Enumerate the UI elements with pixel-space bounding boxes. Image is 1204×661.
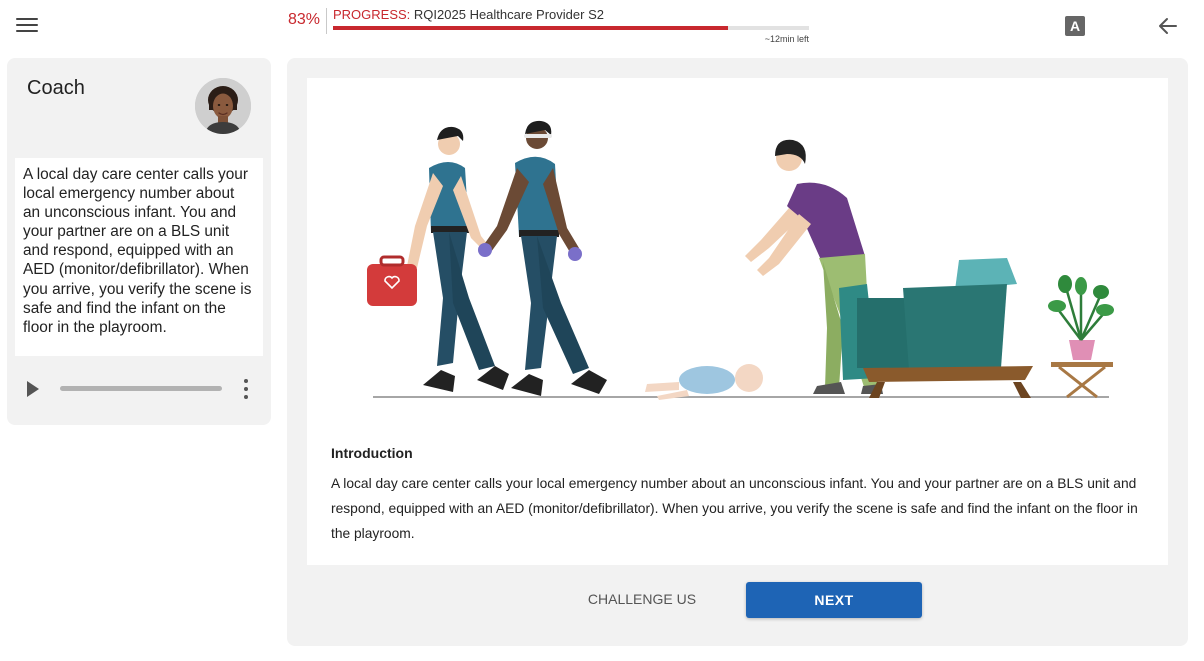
coach-avatar-image: [195, 78, 251, 134]
paramedic-figure: [478, 120, 607, 396]
paramedics-infant-scene: [367, 120, 1114, 400]
text-size-icon: A: [1069, 18, 1081, 34]
progress-title: PROGRESS: RQI2025 Healthcare Provider S2: [333, 7, 604, 22]
progress-percent: 83%: [288, 11, 321, 28]
progress-divider: [326, 8, 327, 34]
potted-plant: [1048, 275, 1114, 399]
more-vertical-icon: [244, 379, 248, 383]
audio-progress-slider[interactable]: [60, 386, 222, 391]
text-size-button[interactable]: A: [1065, 16, 1085, 36]
coach-avatar: [195, 78, 251, 134]
intro-text: A local day care center calls your local…: [331, 476, 1138, 541]
coach-title: Coach: [27, 77, 85, 99]
course-name: RQI2025 Healthcare Provider S2: [413, 7, 604, 22]
intro-heading: Introduction: [331, 445, 413, 461]
next-button[interactable]: NEXT: [746, 582, 922, 618]
play-icon: [27, 381, 39, 397]
menu-button[interactable]: [14, 14, 40, 38]
arrow-left-icon: [1159, 18, 1177, 34]
coach-panel: Coach A local day care center calls your…: [7, 58, 271, 425]
coach-message-box: A local day care center calls your local…: [15, 158, 263, 356]
armchair: [839, 258, 1033, 398]
content-card: Introduction A local day care center cal…: [307, 78, 1168, 565]
hamburger-menu-icon: [16, 18, 38, 20]
back-button[interactable]: [1157, 15, 1179, 37]
coach-message: A local day care center calls your local…: [23, 166, 252, 336]
paramedic-figure: [367, 126, 509, 392]
infant-figure: [645, 364, 763, 400]
audio-more-button[interactable]: [241, 377, 251, 401]
challenge-us-button[interactable]: CHALLENGE US: [567, 581, 717, 617]
progress-label: PROGRESS:: [333, 7, 411, 22]
time-left: ~12min left: [764, 34, 809, 44]
progress-bar: [333, 26, 809, 30]
progress-bar-fill: [333, 26, 729, 30]
content-panel: Introduction A local day care center cal…: [287, 58, 1188, 646]
audio-play-button[interactable]: [25, 380, 41, 398]
